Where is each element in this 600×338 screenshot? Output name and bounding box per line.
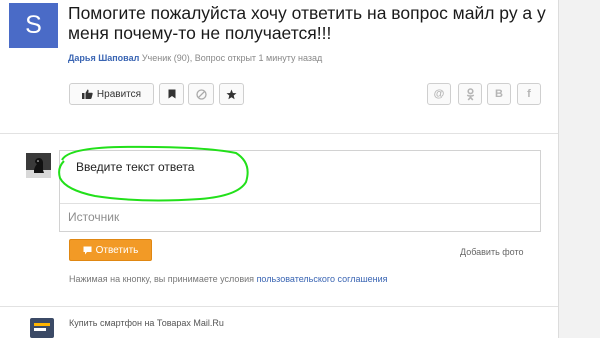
answer-placeholder: Введите текст ответа (76, 160, 195, 174)
like-label: Нравится (96, 88, 142, 100)
question-meta: Дарья Шаповал Ученик (90), Вопрос открыт… (68, 53, 322, 63)
vk-icon: В (495, 88, 503, 100)
favorite-button[interactable] (219, 83, 244, 105)
terms-notice: Нажимая на кнопку, вы принимаете условия… (69, 274, 388, 284)
speech-bubble-icon (83, 246, 92, 254)
avatar-letter: S (25, 11, 42, 39)
promo-divider (0, 306, 558, 307)
bookmark-button[interactable] (159, 83, 184, 105)
add-photo-link[interactable]: Добавить фото (460, 247, 524, 257)
chess-knight-icon (26, 153, 51, 178)
share-ok-button[interactable] (458, 83, 482, 105)
block-icon (195, 88, 207, 100)
question-meta-text: Ученик (90), Вопрос открыт 1 минуту наза… (141, 53, 323, 63)
block-button[interactable] (188, 83, 214, 105)
share-mail-button[interactable]: @ (427, 83, 451, 105)
bookmark-icon (168, 89, 175, 99)
share-vk-button[interactable]: В (487, 83, 511, 105)
author-link[interactable]: Дарья Шаповал (68, 53, 139, 63)
promo-link[interactable]: Купить смартфон на Товарах Mail.Ru (69, 318, 224, 328)
content-border (558, 0, 559, 338)
like-button[interactable]: Нравится (69, 83, 154, 105)
promo-icon[interactable] (30, 318, 54, 338)
question-title: Помогите пожалуйста хочу ответить на воп… (68, 3, 546, 43)
author-avatar[interactable]: S (9, 3, 58, 48)
odnoklassniki-icon (466, 87, 474, 101)
section-divider (0, 133, 558, 134)
submit-label: Ответить (95, 244, 139, 256)
current-user-avatar[interactable] (26, 153, 51, 178)
submit-answer-button[interactable]: Ответить (69, 239, 152, 261)
terms-prefix: Нажимая на кнопку, вы принимаете условия (69, 274, 255, 284)
source-input[interactable]: Источник (68, 210, 119, 224)
source-separator (60, 203, 540, 204)
star-icon (226, 89, 237, 99)
thumbs-up-icon (81, 89, 93, 99)
terms-link[interactable]: пользовательского соглашения (257, 274, 388, 284)
mail-at-icon: @ (433, 88, 445, 100)
share-facebook-button[interactable]: f (517, 83, 541, 105)
facebook-icon: f (527, 88, 531, 100)
